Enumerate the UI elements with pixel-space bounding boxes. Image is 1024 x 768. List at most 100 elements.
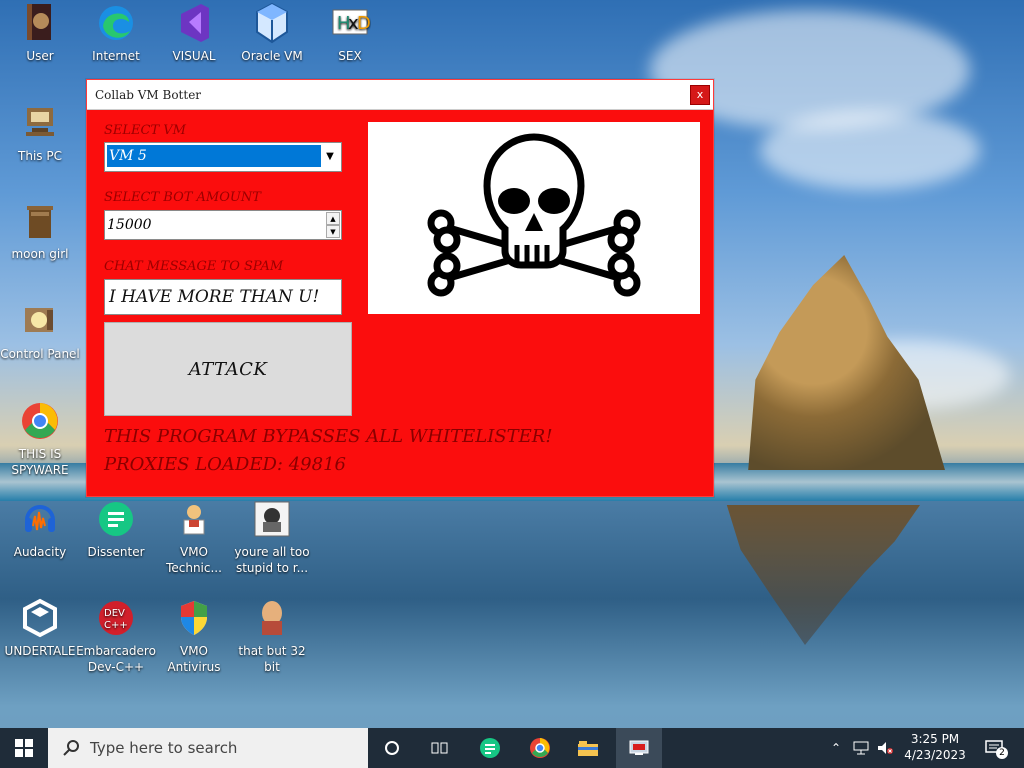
vm-select[interactable]: VM 5 ▼ — [104, 142, 342, 172]
desktop-icon-label: Dissenter — [87, 545, 145, 559]
control-panel-icon — [19, 300, 61, 342]
system-clock[interactable]: 3:25 PM 4/23/2023 — [890, 731, 980, 763]
chat-message-input[interactable]: I HAVE MORE THAN U! — [104, 279, 342, 315]
search-icon — [63, 740, 79, 756]
desktop-icon-label: Audacity — [13, 545, 67, 559]
visual-studio-icon — [173, 2, 215, 44]
desktop-icon-label: youre all too stupid to r... — [234, 545, 310, 575]
clock-date: 4/23/2023 — [904, 748, 966, 762]
desktop-icon-dissenter[interactable]: Dissenter — [76, 498, 156, 560]
desktop-icon-this-pc[interactable]: This PC — [0, 102, 80, 164]
chrome-icon — [19, 400, 61, 442]
search-placeholder: Type here to search — [90, 739, 238, 757]
cortana-icon — [385, 741, 399, 755]
task-view-button[interactable] — [372, 728, 412, 768]
close-button[interactable]: x — [690, 84, 710, 105]
task-switcher-button[interactable] — [420, 728, 460, 768]
dissenter-icon — [95, 498, 137, 540]
desktop-icon-undertale[interactable]: UNDERTALE — [0, 597, 80, 659]
desktop-icon-internet[interactable]: Internet — [76, 2, 156, 64]
desktop-icon-moon-girl[interactable]: moon girl — [0, 200, 80, 262]
rock-reflection — [726, 505, 920, 645]
desktop-icon-user[interactable]: User — [0, 2, 80, 64]
bot-amount-stepper[interactable]: 15000 ▲ ▼ — [104, 210, 342, 240]
desktop-icon-label: User — [26, 49, 54, 63]
stepper-down-button[interactable]: ▼ — [326, 225, 340, 238]
desktop-icon-label: VISUAL — [172, 49, 216, 63]
desktop-icon-label: UNDERTALE — [4, 644, 76, 658]
shield-icon — [173, 597, 215, 639]
desktop-icon-sex[interactable]: HxD SEX — [310, 2, 390, 64]
window-title: Collab VM Botter — [95, 87, 202, 102]
network-status[interactable] — [850, 728, 872, 768]
hxd-icon: HxD — [329, 2, 371, 44]
desktop-icon-vmo-antivirus[interactable]: VMO Antivirus — [154, 597, 234, 675]
stepper-buttons: ▲ ▼ — [326, 212, 340, 238]
chat-message-value: I HAVE MORE THAN U! — [109, 287, 320, 307]
desktop-icon-vmo-technician[interactable]: VMO Technic... — [154, 498, 234, 576]
desktop-icon-label: Embarcadero Dev-C++ — [76, 644, 156, 674]
network-icon — [853, 741, 869, 755]
proxies-loaded-text: PROXIES LOADED: 49816 — [104, 454, 346, 475]
virtualbox-icon — [251, 2, 293, 44]
skull-image-panel — [368, 122, 700, 314]
desktop-icon-label: This PC — [18, 149, 62, 163]
task-view-icon — [431, 742, 448, 754]
audacity-icon — [19, 498, 61, 540]
window-titlebar: Collab VM Botter x — [87, 80, 713, 110]
svg-text:D: D — [357, 13, 371, 34]
dissenter-icon — [480, 738, 500, 758]
desktop-icon-label: Internet — [92, 49, 140, 63]
bypass-message: THIS PROGRAM BYPASSES ALL WHITELISTER! — [104, 426, 553, 447]
taskbar-search-input[interactable]: Type here to search — [48, 728, 368, 768]
desktop-icon-32-bit[interactable]: that but 32 bit — [232, 597, 312, 675]
dissenter-taskbar-button[interactable] — [470, 728, 510, 768]
desktop-icon-label: Oracle VM — [241, 49, 303, 63]
desktop-icon-label: Control Panel — [0, 347, 80, 361]
skull-crossbones-icon — [427, 133, 641, 297]
select-vm-label: SELECT VM — [104, 123, 186, 138]
portrait-icon — [251, 498, 293, 540]
desktop-icon-devcpp[interactable]: DEV C++ Embarcadero Dev-C++ — [76, 597, 156, 675]
painting-icon — [251, 597, 293, 639]
desktop-icon-label: that but 32 bit — [238, 644, 306, 674]
svg-text:C++: C++ — [104, 620, 128, 631]
desktop-icon-control-panel[interactable]: Control Panel — [0, 300, 80, 362]
desktop-icon-label: THIS IS SPYWARE — [11, 447, 69, 477]
user-folder-icon — [19, 2, 61, 44]
desktop-icon-label: SEX — [338, 49, 362, 63]
collab-vm-botter-taskbar-button[interactable] — [616, 728, 662, 768]
desktop-icon-label: VMO Technic... — [166, 545, 222, 575]
start-button[interactable] — [0, 728, 48, 768]
chat-message-label: CHAT MESSAGE TO SPAM — [104, 259, 284, 274]
person-icon — [173, 498, 215, 540]
attack-button[interactable]: ATTACK — [104, 322, 352, 416]
collab-vm-botter-window: Collab VM Botter x SELECT VM VM 5 ▼ SELE… — [86, 79, 714, 497]
file-explorer-button[interactable] — [568, 728, 608, 768]
stepper-up-button[interactable]: ▲ — [326, 212, 340, 225]
taskbar: Type here to search ⌃ 3:25 PM 4/23/2023 … — [0, 728, 1024, 768]
desktop-icon-visual[interactable]: VISUAL — [154, 2, 234, 64]
bot-amount-value: 15000 — [107, 217, 152, 233]
desktop-icon-label: moon girl — [11, 247, 69, 261]
chevron-up-icon: ⌃ — [830, 741, 842, 755]
recycle-bin-icon — [19, 200, 61, 242]
desktop-icon-too-stupid[interactable]: youre all too stupid to r... — [232, 498, 312, 576]
desktop-icon-spyware[interactable]: THIS IS SPYWARE — [0, 400, 80, 478]
vm-select-value: VM 5 — [107, 145, 321, 167]
edge-icon — [95, 2, 137, 44]
devcpp-icon: DEV C++ — [95, 597, 137, 639]
desktop-icon-oracle-vm[interactable]: Oracle VM — [232, 2, 312, 64]
unity-icon — [19, 597, 61, 639]
clock-time: 3:25 PM — [910, 732, 960, 746]
windows-icon — [15, 739, 33, 757]
show-hidden-icons-button[interactable]: ⌃ — [826, 728, 846, 768]
desktop-icon-audacity[interactable]: Audacity — [0, 498, 80, 560]
chrome-taskbar-button[interactable] — [520, 728, 560, 768]
chevron-down-icon: ▼ — [326, 150, 334, 162]
computer-icon — [19, 102, 61, 144]
bot-amount-label: SELECT BOT AMOUNT — [104, 190, 261, 205]
notification-count-badge: 2 — [996, 747, 1008, 759]
desktop-icon-label: VMO Antivirus — [167, 644, 221, 674]
notifications-button[interactable]: 2 — [980, 728, 1008, 768]
